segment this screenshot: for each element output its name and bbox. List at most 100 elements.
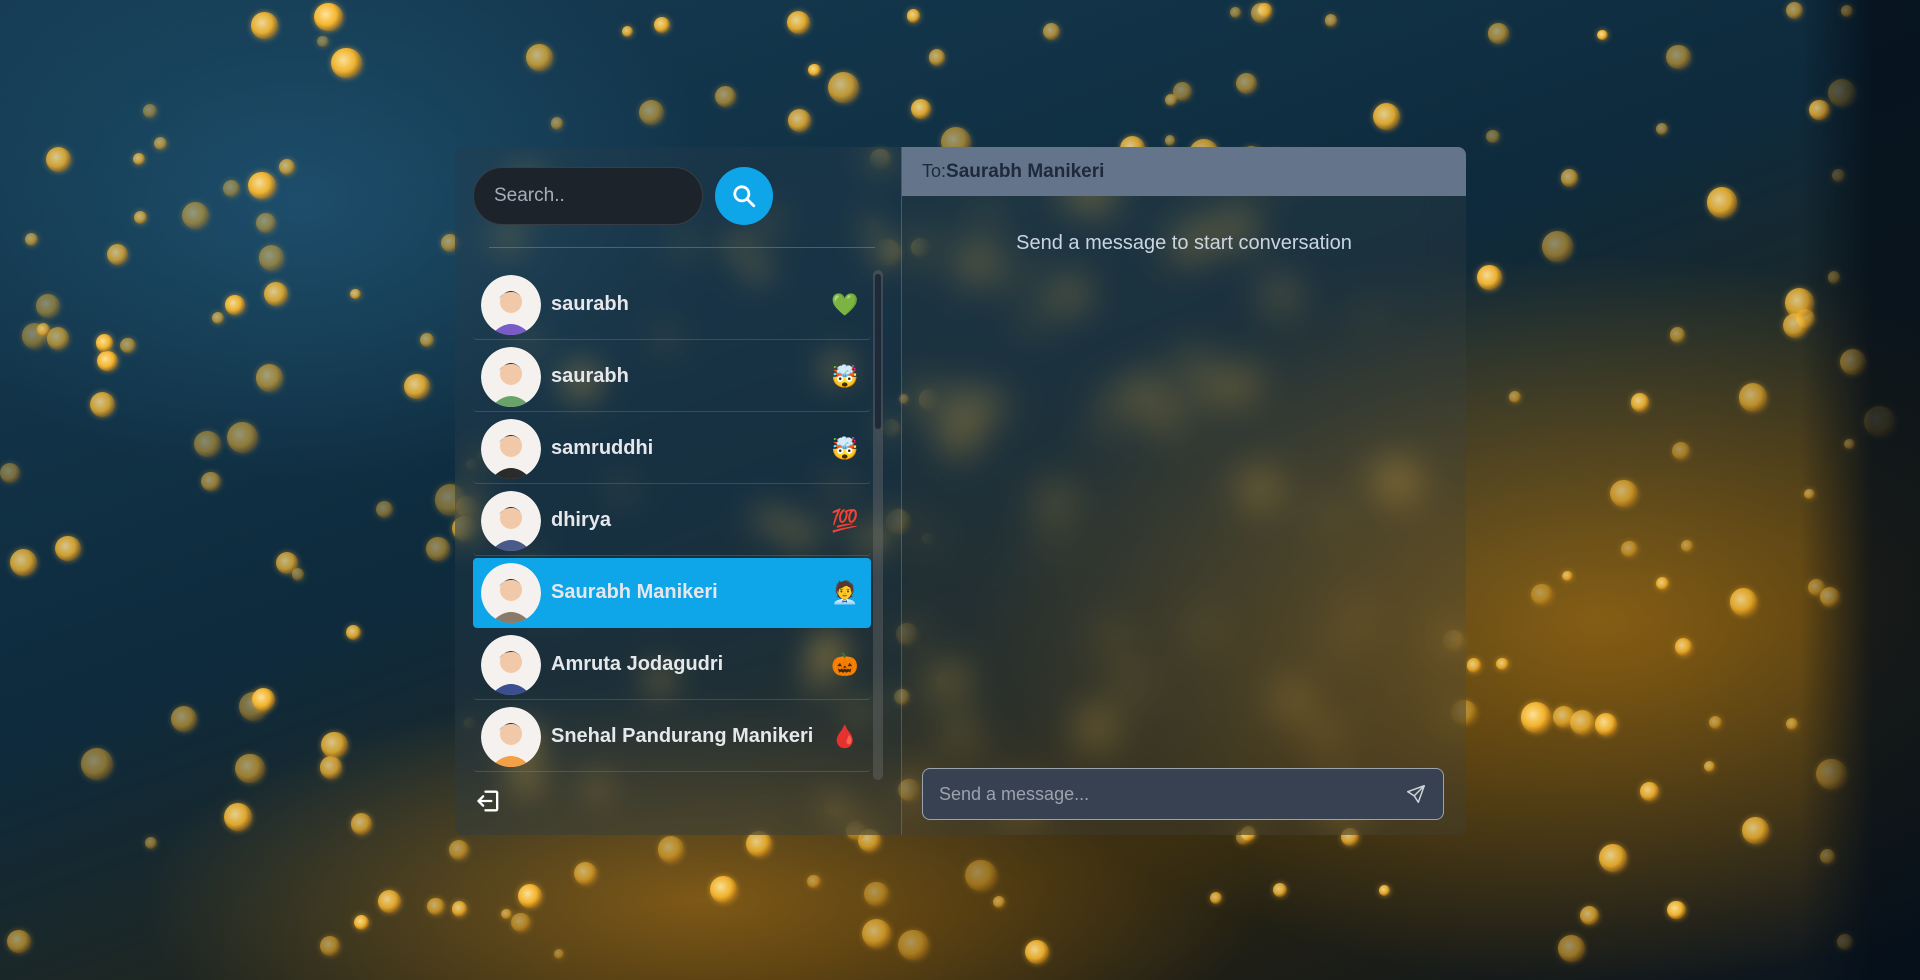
bokeh-dot bbox=[1730, 588, 1758, 616]
conversation-header: To: Saurabh Manikeri bbox=[902, 147, 1466, 196]
bokeh-dot bbox=[1488, 23, 1509, 44]
search-button[interactable] bbox=[715, 167, 773, 225]
search-input[interactable] bbox=[473, 167, 703, 225]
bokeh-dot bbox=[1703, 760, 1716, 773]
bokeh-dot bbox=[55, 535, 81, 562]
bokeh-dot bbox=[89, 391, 115, 417]
bokeh-dot bbox=[1579, 906, 1599, 926]
bokeh-dot bbox=[1706, 187, 1738, 218]
contact-item[interactable]: Amruta Jodagudri 🎃 bbox=[473, 630, 871, 700]
bokeh-dot bbox=[992, 895, 1005, 908]
bokeh-dot bbox=[181, 201, 210, 230]
send-button[interactable] bbox=[1403, 781, 1429, 807]
bokeh-dot bbox=[1570, 709, 1596, 735]
bokeh-dot bbox=[710, 876, 737, 903]
bokeh-dot bbox=[1610, 479, 1638, 508]
bokeh-dot bbox=[251, 12, 278, 39]
bokeh-dot bbox=[1709, 715, 1723, 729]
contact-emoji: 🧑‍💼 bbox=[831, 579, 859, 605]
contact-name: saurabh bbox=[551, 293, 629, 315]
bokeh-dot bbox=[1379, 885, 1391, 896]
bokeh-dot bbox=[786, 10, 810, 34]
bokeh-dot bbox=[201, 471, 221, 491]
bokeh-dot bbox=[1666, 44, 1691, 70]
contact-list[interactable]: saurabh 💚 saurabh 🤯 samruddhi 🤯 dhirya 💯 Saurabh… bbox=[473, 270, 883, 780]
bokeh-dot bbox=[1235, 72, 1257, 94]
bokeh-dot bbox=[1496, 657, 1509, 670]
bokeh-dot bbox=[861, 918, 892, 949]
search-row bbox=[473, 167, 883, 225]
message-composer bbox=[922, 768, 1444, 820]
bokeh-dot bbox=[258, 245, 284, 271]
bokeh-dot bbox=[864, 881, 889, 907]
bokeh-dot bbox=[36, 294, 60, 318]
bokeh-dot bbox=[550, 117, 564, 131]
bokeh-dot bbox=[419, 332, 434, 347]
send-icon bbox=[1407, 785, 1425, 803]
contact-item[interactable]: Snehal Pandurang Manikeri 🩸 bbox=[473, 702, 871, 772]
contact-name: dhirya bbox=[551, 509, 612, 531]
contact-emoji: 🤯 bbox=[831, 435, 859, 461]
bokeh-dot bbox=[25, 233, 38, 246]
bokeh-dot bbox=[45, 146, 72, 173]
message-input[interactable] bbox=[937, 782, 1403, 806]
bokeh-dot bbox=[654, 17, 671, 34]
bokeh-dot bbox=[171, 705, 198, 732]
scrollbar[interactable] bbox=[873, 270, 883, 780]
bokeh-dot bbox=[714, 85, 737, 108]
logout-button[interactable] bbox=[475, 787, 503, 815]
bokeh-dot bbox=[319, 756, 343, 779]
bokeh-dot bbox=[1466, 658, 1481, 673]
bokeh-dot bbox=[211, 311, 225, 324]
bokeh-dot bbox=[1742, 817, 1769, 844]
bokeh-dot bbox=[928, 49, 945, 66]
bokeh-dot bbox=[1560, 169, 1579, 188]
bokeh-dot bbox=[133, 210, 148, 225]
contact-emoji: 🩸 bbox=[831, 723, 859, 749]
avatar bbox=[481, 346, 541, 407]
bokeh-dot bbox=[251, 687, 275, 711]
bokeh-dot bbox=[1557, 935, 1585, 962]
bokeh-dot bbox=[194, 430, 221, 458]
contact-item[interactable]: Saurabh Manikeri 🧑‍💼 bbox=[473, 558, 871, 628]
contact-item[interactable]: saurabh 🤯 bbox=[473, 342, 871, 412]
contact-emoji: 🎃 bbox=[831, 651, 859, 677]
bokeh-dot bbox=[225, 295, 245, 315]
chat-app: saurabh 💚 saurabh 🤯 samruddhi 🤯 dhirya 💯 Saurabh… bbox=[455, 147, 1466, 835]
bokeh-dot bbox=[1042, 22, 1060, 40]
logout-icon bbox=[477, 790, 499, 812]
contact-item[interactable]: dhirya 💯 bbox=[473, 486, 871, 556]
bokeh-dot bbox=[517, 883, 542, 908]
bokeh-dot bbox=[376, 501, 394, 519]
bokeh-dot bbox=[1531, 583, 1554, 606]
contact-name: Snehal Pandurang Manikeri bbox=[551, 725, 814, 747]
bokeh-dot bbox=[1024, 940, 1049, 965]
bokeh-dot bbox=[1272, 882, 1287, 897]
avatar bbox=[481, 562, 541, 623]
bokeh-dot bbox=[320, 936, 341, 957]
bokeh-dot bbox=[621, 26, 633, 38]
bokeh-dot bbox=[255, 212, 276, 233]
bokeh-dot bbox=[350, 812, 373, 835]
bokeh-dot bbox=[404, 373, 430, 399]
bokeh-dot bbox=[639, 99, 665, 125]
bokeh-dot bbox=[1561, 570, 1573, 582]
bokeh-dot bbox=[1520, 702, 1552, 733]
bokeh-dot bbox=[263, 282, 288, 307]
bokeh-dot bbox=[248, 171, 276, 200]
scrollbar-thumb[interactable] bbox=[875, 274, 881, 429]
bokeh-dot bbox=[1670, 327, 1686, 343]
bokeh-dot bbox=[1786, 718, 1799, 731]
sidebar: saurabh 💚 saurabh 🤯 samruddhi 🤯 dhirya 💯 Saurabh… bbox=[455, 147, 902, 835]
bokeh-dot bbox=[827, 71, 860, 104]
bokeh-dot bbox=[97, 350, 118, 371]
bokeh-dot bbox=[1667, 900, 1686, 919]
contact-item[interactable]: saurabh 💚 bbox=[473, 270, 871, 340]
bokeh-dot bbox=[345, 624, 361, 640]
bokeh-dot bbox=[1640, 782, 1659, 801]
bokeh-dot bbox=[1508, 391, 1521, 404]
contact-item[interactable]: samruddhi 🤯 bbox=[473, 414, 871, 484]
bokeh-dot bbox=[1164, 94, 1177, 107]
to-label: To: bbox=[922, 161, 947, 181]
bokeh-dot bbox=[511, 912, 531, 933]
